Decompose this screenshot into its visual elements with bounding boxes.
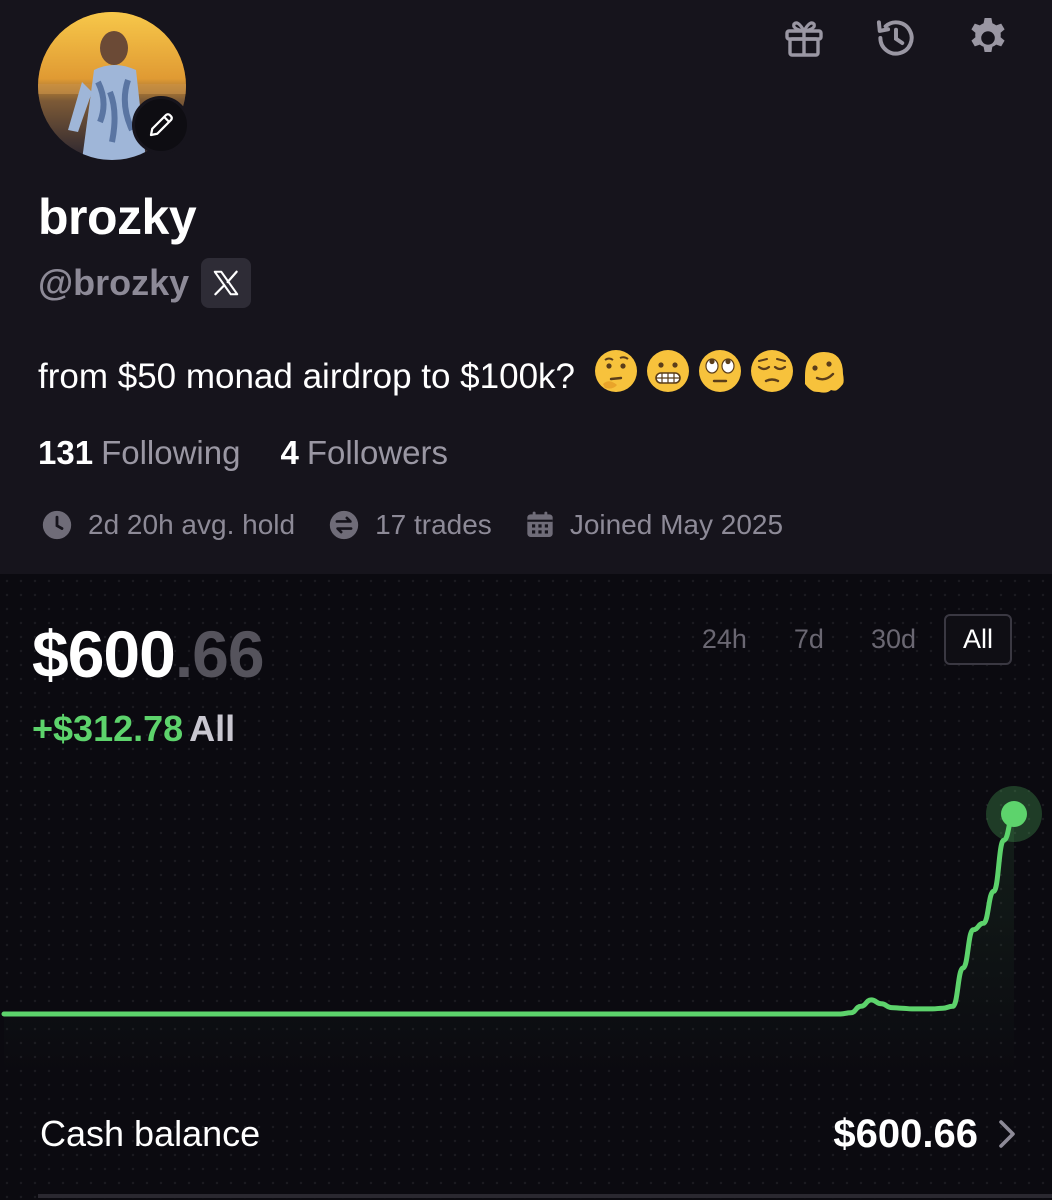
trades-stat: 17 trades — [327, 508, 492, 542]
pensive-face-icon — [750, 350, 793, 392]
time-range-tabs: 24h 7d 30d All — [684, 614, 1012, 665]
history-icon — [876, 20, 914, 56]
settings-button[interactable] — [962, 12, 1014, 64]
following-label: Following — [101, 434, 241, 471]
cash-balance-row[interactable]: Cash balance $600.66 — [0, 1094, 1052, 1174]
pnl-row: +$312.78 All — [32, 708, 235, 750]
chart-area-fill — [4, 814, 1014, 1074]
display-name: brozky — [38, 189, 197, 245]
balance-cents: .66 — [174, 617, 265, 691]
top-icon-bar — [778, 12, 1014, 64]
melting-face-icon — [804, 352, 844, 393]
user-handle: @brozky — [38, 262, 190, 303]
chart-current-point[interactable] — [1001, 801, 1027, 827]
eye-roll-face-icon — [698, 350, 741, 392]
handle-row: @brozky — [38, 258, 252, 308]
range-tab-7d[interactable]: 7d — [775, 614, 843, 665]
range-tab-all[interactable]: All — [944, 614, 1012, 665]
bio-text: from $50 monad airdrop to $100k? — [38, 357, 575, 396]
cash-balance-value: $600.66 — [833, 1111, 978, 1156]
divider — [38, 1194, 1052, 1198]
cash-balance-right: $600.66 — [833, 1112, 1018, 1157]
cash-balance-label: Cash balance — [40, 1113, 261, 1154]
balance-whole: $600 — [32, 617, 176, 691]
portfolio-balance: $600.66 — [32, 616, 265, 692]
x-profile-link[interactable] — [201, 258, 252, 308]
avg-hold-text: 2d 20h avg. hold — [88, 509, 296, 540]
swap-icon — [329, 510, 359, 540]
gift-button[interactable] — [778, 12, 830, 64]
edit-avatar-button[interactable] — [132, 96, 190, 154]
calendar-icon — [527, 511, 553, 537]
x-logo-icon — [213, 270, 239, 296]
portfolio-panel: $600.66 +$312.78 All 24h 7d 30d All Cash … — [0, 574, 1052, 1200]
chevron-right-icon — [999, 1120, 1015, 1148]
chart-series-line — [1, 811, 1017, 1017]
follow-stats: 131 Following 4 Followers — [38, 434, 448, 472]
followers-label: Followers — [306, 434, 449, 471]
followers-count: 4 — [280, 434, 299, 471]
settings-gear-icon — [971, 18, 1005, 52]
profile-meta: 2d 20h avg. hold 17 trades Joined May 20… — [40, 508, 783, 542]
joined-stat: Joined May 2025 — [524, 508, 783, 542]
joined-text: Joined May 2025 — [569, 509, 784, 540]
pnl-period: All — [189, 708, 236, 749]
trades-text: 17 trades — [375, 509, 492, 540]
avg-hold-stat: 2d 20h avg. hold — [40, 508, 295, 542]
range-tab-30d[interactable]: 30d — [853, 614, 934, 665]
following-link[interactable]: 131 Following — [38, 434, 240, 472]
pnl-value: +$312.78 — [32, 708, 184, 749]
pencil-icon — [149, 113, 173, 137]
following-count: 131 — [38, 434, 94, 471]
bio: from $50 monad airdrop to $100k? — [38, 348, 847, 397]
clock-icon — [42, 510, 72, 540]
grimacing-face-icon — [646, 350, 689, 392]
profile-screen: brozky @brozky from $50 monad airdrop to… — [0, 0, 1052, 1200]
bio-emojis — [593, 348, 847, 394]
followers-link[interactable]: 4 Followers — [280, 434, 448, 472]
history-button[interactable] — [870, 12, 922, 64]
profile-header: brozky @brozky from $50 monad airdrop to… — [0, 0, 1052, 574]
gift-icon — [785, 21, 823, 57]
range-tab-24h[interactable]: 24h — [684, 614, 765, 665]
thinking-face-icon — [594, 350, 637, 392]
